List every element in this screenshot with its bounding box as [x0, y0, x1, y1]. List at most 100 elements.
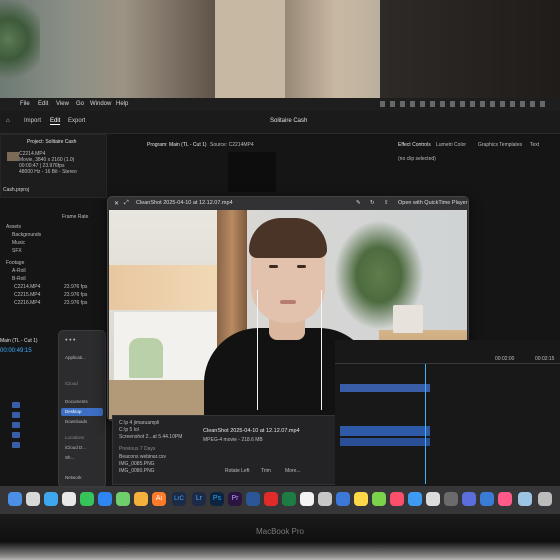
playhead[interactable] [425, 364, 426, 484]
tab-source[interactable]: Source: C2214MP4 [210, 142, 254, 148]
more-button[interactable]: More... [285, 468, 301, 474]
file-row[interactable]: C:\p 4 jimaruampli [119, 420, 159, 426]
vscode-icon[interactable] [480, 492, 494, 506]
sidebar-item-network[interactable]: Network [65, 475, 82, 480]
track-a-icon[interactable] [12, 432, 20, 438]
rotate-left-button[interactable]: Rotate Left [225, 468, 249, 474]
timeline-clip[interactable] [340, 426, 430, 436]
sidebar-item-downloads[interactable]: Downloads [65, 419, 87, 424]
fullscreen-icon[interactable]: ⤢ [124, 200, 129, 207]
acrobat-icon[interactable] [264, 492, 278, 506]
downloads-stack-icon[interactable] [518, 492, 532, 506]
preview-filename: CleanShot 2025-04-10 at 12.12.07.mp4 [203, 428, 300, 434]
tab-text[interactable]: Text [530, 142, 539, 148]
clip-row-name[interactable]: C2215.MP4 [14, 292, 40, 298]
trash-icon[interactable] [538, 492, 552, 506]
track-v-icon[interactable] [12, 412, 20, 418]
open-with-button[interactable]: Open with QuickTime Player [398, 200, 468, 206]
tab-program[interactable]: Program: Main (TL - Cut 1) [147, 142, 207, 148]
bin-footage[interactable]: Footage [6, 260, 24, 266]
mail-icon[interactable] [98, 492, 112, 506]
maps-icon[interactable] [116, 492, 130, 506]
file-row[interactable]: Screenshot 2...at 5.44.10PM [119, 434, 182, 440]
finder-icon[interactable] [8, 492, 22, 506]
bin-sfx[interactable]: SFX [12, 248, 22, 254]
illustrator-icon[interactable]: Ai [152, 492, 166, 506]
project-panel-tab[interactable]: Project: Solitaire Cash [27, 139, 76, 145]
bin-a-roll[interactable]: A-Roll [12, 268, 26, 274]
file-row[interactable]: Beacons webinar.csv [119, 454, 166, 460]
appstore-icon[interactable] [408, 492, 422, 506]
tab-edit[interactable]: Edit [50, 118, 61, 125]
timeline-clip[interactable] [340, 438, 430, 446]
ruler-mark: 00:02:00 [495, 356, 515, 362]
menu-window[interactable]: Window [90, 101, 111, 107]
tab-lumetri[interactable]: Lumetri Color [436, 142, 466, 148]
tab-graphics[interactable]: Graphics Templates [478, 142, 522, 148]
calendar-icon[interactable] [426, 492, 440, 506]
clip-row-fps: 23.976 fps [64, 284, 88, 290]
file-row[interactable]: C:\p 5 lol [119, 427, 139, 433]
tab-export[interactable]: Export [68, 118, 85, 124]
share-icon[interactable]: ⇪ [384, 200, 389, 206]
menu-edit[interactable]: Edit [38, 101, 48, 107]
lightroom-icon[interactable]: Lr [192, 492, 206, 506]
music-icon[interactable] [390, 492, 404, 506]
clip-row-name[interactable]: C2216.MP4 [14, 300, 40, 306]
markup-icon[interactable]: ✎ [356, 200, 361, 206]
track-a-icon[interactable] [12, 422, 20, 428]
sidebar-item-icloud-drive[interactable]: iCloud D... [65, 445, 86, 450]
bin-backgrounds[interactable]: Backgrounds [12, 232, 41, 238]
numbers-icon[interactable] [318, 492, 332, 506]
person-mouth [280, 300, 296, 304]
menu-help[interactable]: Help [116, 101, 128, 107]
word-icon[interactable] [246, 492, 260, 506]
facetime-icon[interactable] [372, 492, 386, 506]
timeline-clip[interactable] [340, 384, 430, 392]
rotate-icon[interactable]: ↻ [370, 200, 375, 206]
clip-meta-3: 48000 Hz - 16 Bit - Stereo [19, 169, 77, 175]
discord-icon[interactable] [462, 492, 476, 506]
notes-icon[interactable] [354, 492, 368, 506]
trim-button[interactable]: Trim [261, 468, 271, 474]
excel-icon[interactable] [282, 492, 296, 506]
clip-row-name[interactable]: C2214.MP4 [14, 284, 40, 290]
messages-icon[interactable] [80, 492, 94, 506]
launchpad-icon[interactable] [26, 492, 40, 506]
track-v-icon[interactable] [12, 402, 20, 408]
sidebar-item-applications[interactable]: Applicati... [65, 355, 86, 360]
tab-import[interactable]: Import [24, 118, 41, 124]
safari-icon[interactable] [44, 492, 58, 506]
bin-music[interactable]: Music [12, 240, 25, 246]
sidebar-item-desktop[interactable]: Desktop [65, 409, 82, 414]
laptop-brand: MacBook Pro [255, 527, 305, 536]
track-a-icon[interactable] [12, 442, 20, 448]
photoshop-icon[interactable]: Ps [210, 492, 224, 506]
program-monitor[interactable] [228, 152, 276, 192]
sidebar-item-shared[interactable]: Sh... [65, 455, 74, 460]
sidebar-item-documents[interactable]: Documents [65, 399, 88, 404]
bin-b-roll[interactable]: B-Roll [12, 276, 26, 282]
file-row[interactable]: IMG_0085.PNG [119, 461, 155, 467]
menu-go[interactable]: Go [76, 101, 84, 107]
settings-icon[interactable] [444, 492, 458, 506]
file-row[interactable]: IMG_0080.PNG [119, 468, 155, 474]
menu-file[interactable]: File [20, 101, 30, 107]
traffic-lights-icon[interactable]: ● ● ● [65, 337, 76, 342]
timecode[interactable]: 00:00:49:15 [0, 348, 32, 354]
premiere-icon[interactable]: Pr [228, 492, 242, 506]
photos-icon[interactable] [134, 492, 148, 506]
notion-icon[interactable] [300, 492, 314, 506]
status-icons[interactable] [380, 101, 550, 107]
home-icon[interactable]: ⌂ [6, 118, 10, 124]
bin-assets[interactable]: Assets [6, 224, 21, 230]
zoom-icon[interactable] [336, 492, 350, 506]
tab-effect-controls[interactable]: Effect Controls [398, 142, 431, 148]
chrome-icon[interactable] [62, 492, 76, 506]
close-icon[interactable]: ✕ [114, 200, 119, 207]
lrc-icon[interactable]: LrC [172, 492, 186, 506]
menu-view[interactable]: View [56, 101, 69, 107]
sequence-name[interactable]: Main (TL - Cut 1) [0, 338, 38, 344]
cleanshot-icon[interactable] [498, 492, 512, 506]
earbud-cable [321, 290, 322, 410]
